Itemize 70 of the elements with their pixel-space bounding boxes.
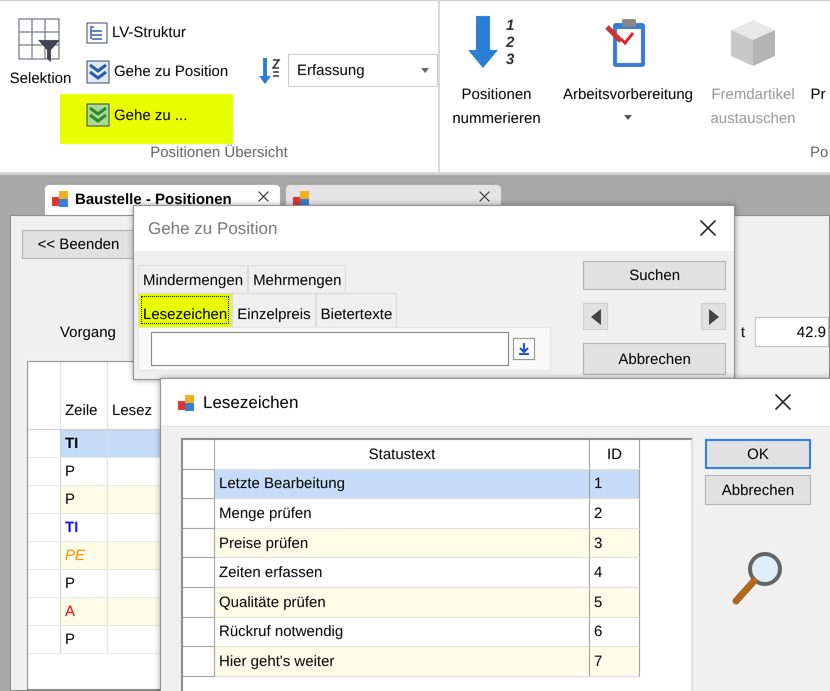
table-cell: 2 (590, 499, 640, 529)
window-title: Gehe zu Position (148, 218, 278, 238)
sort-dropdown[interactable]: Erfassung (288, 54, 438, 87)
table-cell: TI (61, 430, 108, 457)
table-cell: Menge prüfen (215, 499, 590, 529)
table-cell: Preise prüfen (215, 528, 590, 558)
table-cell: 7 (590, 647, 640, 677)
download-icon (518, 342, 530, 356)
right-arrow-icon (708, 308, 718, 324)
group-label: Positionen Übersicht (149, 144, 289, 163)
table-cell: Rückruf notwendig (215, 618, 590, 648)
field-label: Vorgang (60, 324, 116, 340)
download-button[interactable] (513, 338, 535, 360)
table-cell: Qualitäte prüfen (215, 588, 590, 618)
column-header: Statustext (215, 440, 590, 470)
previous-button[interactable] (583, 303, 608, 330)
table-cell: P (61, 458, 108, 485)
table-cell: A (61, 598, 108, 625)
close-icon (257, 190, 270, 203)
close-icon (478, 190, 491, 203)
table-cell: Zeiten erfassen (215, 558, 590, 588)
search-field[interactable] (151, 332, 509, 366)
app-icon (177, 394, 195, 412)
back-button[interactable]: << Beenden (22, 230, 135, 259)
cancel-button[interactable]: Abbrechen (583, 343, 726, 375)
table-cell: TI (61, 514, 108, 541)
table-cell: 4 (590, 558, 640, 588)
magnifier-icon (731, 549, 785, 605)
ribbon-button[interactable]: Gehe zu ... (60, 94, 234, 144)
field-label: t (740, 324, 745, 340)
cube-icon (729, 18, 777, 68)
ribbon-button[interactable]: Pr (803, 1, 830, 139)
app-icon (51, 190, 69, 208)
ribbon-button[interactable]: 1 2 3 Positionen nummerieren (440, 1, 553, 139)
table-cell: 5 (590, 588, 640, 618)
value-field[interactable]: 42.9 (755, 317, 829, 347)
column-header: ID (590, 440, 640, 470)
ribbon-button[interactable]: LV-Struktur (84, 19, 188, 46)
tab[interactable]: Bietertexte (316, 293, 398, 327)
ribbon-button[interactable]: Gehe zu Position (84, 58, 230, 85)
table-cell: 1 (590, 470, 640, 500)
close-icon (698, 218, 718, 238)
caret-icon (624, 115, 632, 120)
search-button[interactable]: Suchen (583, 261, 726, 290)
ribbon-button[interactable]: Arbeitsvorbereitung (553, 1, 703, 139)
sort-icon (258, 58, 282, 84)
left-arrow-icon (590, 308, 601, 324)
close-icon (773, 392, 793, 412)
next-button[interactable] (701, 303, 726, 330)
window-title: Lesezeichen (203, 392, 298, 412)
cancel-button[interactable]: Abbrechen (705, 475, 811, 505)
tab[interactable]: Einzelpreis (232, 293, 316, 327)
tab[interactable]: Mehrmengen (248, 265, 346, 293)
table-cell: P (61, 626, 108, 653)
tab[interactable]: Lesezeichen (138, 293, 232, 327)
table-cell: Letzte Bearbeitung (215, 470, 590, 500)
double-chevron-icon (86, 103, 110, 127)
table-cell: P (61, 570, 108, 597)
ok-button[interactable]: OK (705, 439, 811, 469)
table-cell: 6 (590, 618, 640, 648)
double-chevron-icon (86, 60, 110, 84)
tab[interactable]: Mindermengen (138, 265, 248, 293)
table-cell: 3 (590, 528, 640, 558)
tree-list-icon (86, 22, 108, 44)
group-label: Po (809, 144, 830, 163)
caret-icon (421, 68, 429, 73)
table-cell: Hier geht's weiter (215, 647, 590, 677)
table-cell: P (61, 486, 108, 513)
column-header: Zeile (61, 362, 108, 429)
table-cell: PE (61, 542, 108, 569)
